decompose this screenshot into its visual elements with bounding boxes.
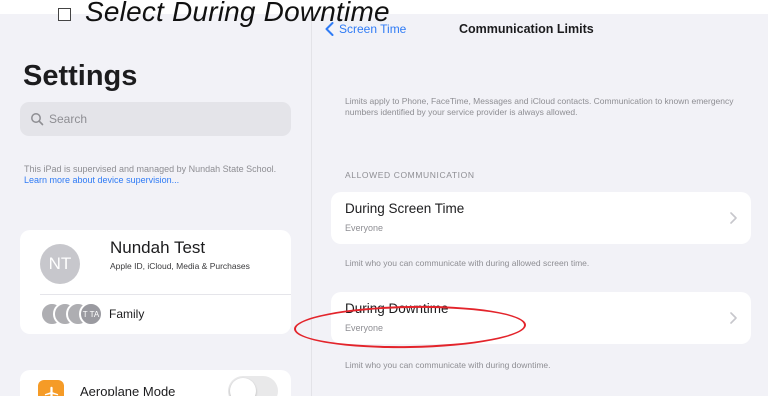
row-title: During Screen Time (345, 201, 465, 216)
supervision-link[interactable]: Learn more about device supervision... (24, 175, 179, 185)
during-screen-time-row[interactable]: During Screen Time Everyone (331, 192, 751, 244)
search-input[interactable] (49, 112, 269, 126)
toggle-knob (230, 378, 256, 396)
family-avatar-initials: T TA (79, 302, 103, 326)
instruction-caption: Select During Downtime (58, 0, 390, 30)
profile-card: NT Nundah Test Apple ID, iCloud, Media &… (20, 230, 291, 334)
apple-id-row[interactable]: NT Nundah Test Apple ID, iCloud, Media &… (20, 230, 291, 294)
chevron-right-icon (730, 212, 737, 224)
limits-description: Limits apply to Phone, FaceTime, Message… (345, 96, 734, 117)
profile-name: Nundah Test (110, 238, 206, 257)
supervision-notice: This iPad is supervised and managed by N… (24, 164, 284, 186)
downtime-footnote: Limit who you can communicate with durin… (345, 360, 551, 370)
nav-title: Communication Limits (459, 22, 594, 36)
settings-sidebar: Settings This iPad is supervised and man… (0, 14, 312, 396)
airplane-icon (38, 380, 64, 396)
search-field[interactable] (20, 102, 291, 136)
row-value: Everyone (345, 223, 384, 233)
profile-subtitle: Apple ID, iCloud, Media & Purchases (110, 261, 250, 271)
family-avatars: T TA (40, 302, 103, 326)
page-title: Settings (23, 60, 138, 92)
aeroplane-mode-label: Aeroplane Mode (80, 384, 176, 396)
chevron-right-icon (730, 312, 737, 324)
instruction-text: Select During Downtime (85, 0, 390, 27)
screen-time-footnote: Limit who you can communicate with durin… (345, 258, 590, 268)
search-icon (31, 113, 44, 126)
family-row[interactable]: T TA Family (20, 294, 291, 334)
checkbox-icon (58, 7, 71, 21)
avatar: NT (40, 244, 80, 284)
section-header: ALLOWED COMMUNICATION (345, 170, 475, 180)
aeroplane-mode-row: Aeroplane Mode (20, 370, 291, 396)
aeroplane-mode-toggle[interactable] (228, 376, 278, 396)
supervision-text: This iPad is supervised and managed by N… (24, 164, 277, 174)
family-label: Family (109, 307, 145, 321)
